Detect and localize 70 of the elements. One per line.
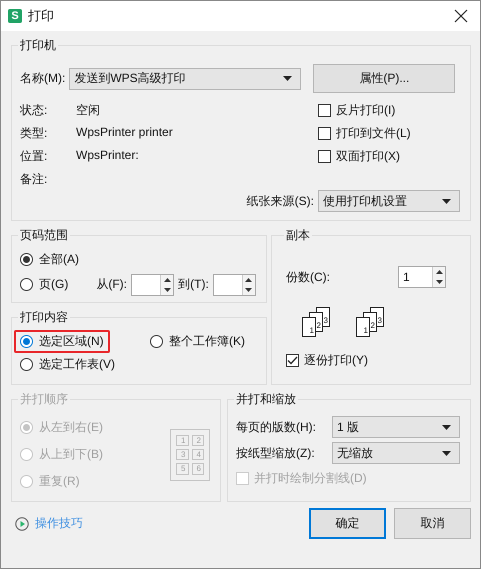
radio-button[interactable]	[150, 335, 163, 348]
info-value: WpsPrinter printer	[76, 125, 173, 141]
page-number: 5	[176, 463, 188, 474]
info-value: 空闲	[76, 102, 101, 119]
play-icon	[15, 516, 29, 530]
dropdown[interactable]: 使用打印机设置	[318, 190, 460, 212]
field-label: 从(F):	[96, 276, 127, 293]
page-number: 4	[192, 448, 204, 460]
radio-button[interactable]	[20, 335, 33, 348]
radio-button[interactable]	[20, 253, 33, 266]
field-label: 每页的版数(H):	[236, 418, 317, 436]
page-sheet: 1	[356, 317, 370, 337]
info-label: 备注:	[20, 171, 48, 188]
group-title: 副本	[285, 227, 311, 244]
up-arrow-icon	[164, 278, 171, 282]
group-title: 并打和缩放	[235, 391, 297, 408]
caret-icon	[283, 76, 292, 81]
dialog-button[interactable]: 取消	[394, 508, 471, 539]
checkbox[interactable]	[318, 150, 331, 163]
spin-field[interactable]	[130, 274, 174, 296]
radio-button[interactable]	[20, 278, 33, 291]
checkbox-label[interactable]: 反片打印(I)	[336, 102, 396, 119]
radio-option[interactable]: 页(G)	[14, 273, 74, 296]
field-label: 份数(C):	[286, 268, 330, 286]
caret-icon	[442, 424, 451, 430]
up-arrow-icon	[245, 278, 252, 282]
down-arrow-icon	[245, 288, 252, 292]
caret-icon	[442, 450, 451, 456]
radio-option[interactable]: 选定区域(N)	[14, 330, 110, 353]
radio-option[interactable]: 选定工作表(V)	[14, 353, 121, 376]
group-title: 并打顺序	[19, 391, 69, 408]
properties-button[interactable]: 属性(P)...	[313, 64, 456, 93]
radio-button[interactable]	[20, 358, 33, 371]
checkbox[interactable]	[286, 354, 299, 367]
info-label: 类型:	[20, 125, 48, 142]
down-arrow-icon	[164, 288, 171, 292]
radio-option[interactable]: 全部(A)	[14, 248, 85, 271]
page-number: 2	[192, 434, 204, 446]
spin-field[interactable]: 1	[398, 266, 446, 288]
dropdown[interactable]: 1 版	[332, 416, 460, 438]
field-label: 按纸型缩放(Z):	[236, 444, 316, 462]
page-number: 3	[176, 448, 188, 460]
info-value: WpsPrinter:	[76, 148, 140, 164]
page-sheet: 1	[302, 317, 316, 337]
dropdown[interactable]: 发送到WPS高级打印	[69, 68, 302, 90]
checkbox[interactable]	[318, 104, 331, 117]
group-title: 页码范围	[19, 227, 69, 244]
field-label: 到(T):	[178, 276, 209, 293]
dropdown[interactable]: 无缩放	[332, 442, 460, 464]
down-arrow-icon	[436, 280, 442, 284]
field-label: 名称(M):	[20, 70, 66, 87]
page-number: 1	[176, 434, 188, 446]
window-title: 打印	[28, 7, 55, 25]
group-title: 打印内容	[19, 309, 69, 326]
radio-option[interactable]: 整个工作簿(K)	[144, 330, 251, 353]
up-arrow-icon	[436, 270, 442, 274]
checkbox-label[interactable]: 双面打印(X)	[336, 148, 400, 165]
app-logo: S	[8, 9, 22, 23]
group-title: 打印机	[19, 37, 57, 54]
spin-field[interactable]	[212, 274, 256, 296]
info-label: 位置:	[20, 148, 48, 165]
checkbox-label[interactable]: 打印到文件(L)	[336, 125, 411, 142]
close-icon	[454, 9, 468, 23]
caret-icon	[442, 198, 451, 204]
dialog-button[interactable]: 确定	[309, 508, 386, 539]
info-label: 状态:	[20, 102, 48, 119]
page-number: 6	[192, 463, 204, 474]
checkbox[interactable]	[318, 127, 331, 140]
checkbox-label[interactable]: 逐份打印(Y)	[304, 352, 368, 369]
field-label: 纸张来源(S):	[246, 192, 314, 210]
